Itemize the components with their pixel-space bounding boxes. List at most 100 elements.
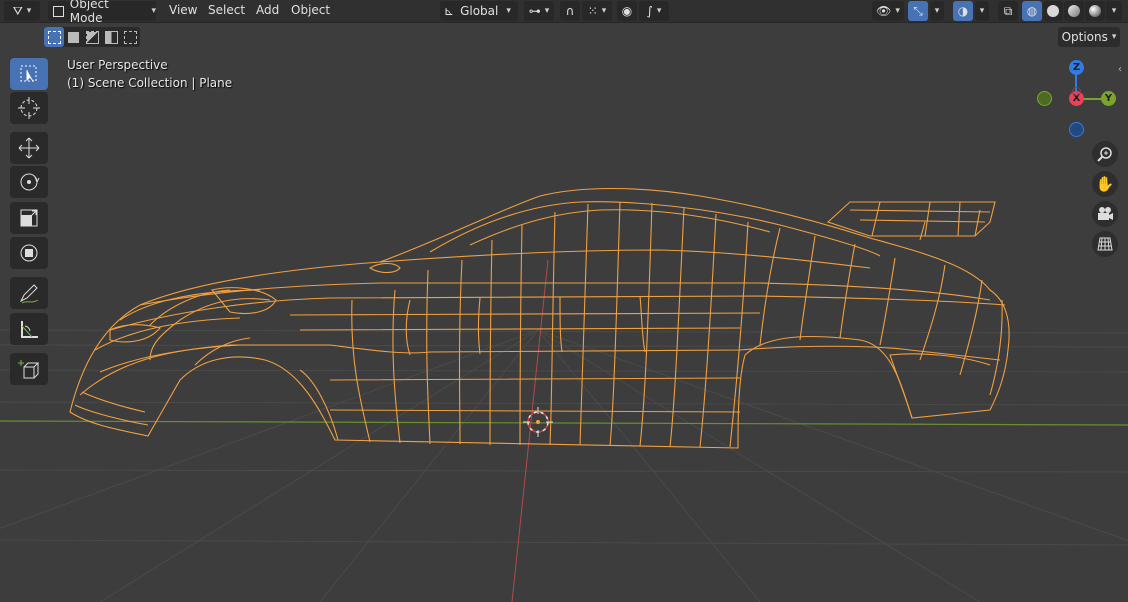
menu-view[interactable]: View — [169, 3, 197, 17]
chevron-down-icon: ▾ — [1111, 6, 1117, 16]
tool-transform[interactable] — [10, 237, 48, 269]
chevron-down-icon: ▾ — [934, 6, 940, 16]
tool-cursor[interactable] — [10, 92, 48, 124]
pivot-icon: ⊶ — [528, 4, 541, 18]
select-subtract-icon — [86, 30, 99, 44]
overlays-icon: ◑ — [957, 4, 969, 18]
measure-icon — [21, 321, 38, 338]
tool-rotate[interactable] — [10, 166, 48, 198]
select-intersect-button[interactable] — [121, 27, 140, 47]
tool-select-box[interactable] — [10, 58, 48, 90]
menu-object[interactable]: Object — [291, 3, 330, 17]
options-dropdown[interactable]: Options ▾ — [1058, 27, 1120, 47]
gizmo-toggle[interactable]: ⤡ — [908, 1, 928, 21]
shading-dropdown[interactable]: ▾ — [1106, 1, 1122, 21]
tool-settings-bar: Options ▾ — [0, 23, 1128, 50]
rotate-icon — [20, 173, 40, 191]
zoom-button[interactable] — [1092, 141, 1118, 167]
snap-grid-icon: ⁙ — [587, 4, 598, 18]
sidebar-toggle-arrow[interactable]: ‹ — [1118, 64, 1128, 76]
rendered-sphere-icon — [1089, 5, 1101, 17]
gizmo-y-axis[interactable]: Y — [1101, 91, 1116, 106]
material-sphere-icon — [1068, 5, 1080, 17]
annotate-icon — [19, 284, 39, 304]
camera-icon — [1098, 207, 1113, 220]
chevron-down-icon: ▾ — [895, 6, 900, 16]
grid-ortho-icon — [1097, 237, 1113, 251]
mode-dropdown[interactable]: Object Mode ▾ — [48, 0, 156, 25]
select-invert-icon — [105, 30, 118, 44]
car-wireframe — [69, 187, 1010, 449]
gizmo-z-axis[interactable]: Z — [1069, 60, 1084, 75]
move-icon — [18, 137, 40, 159]
gizmo-neg-y-axis[interactable] — [1037, 91, 1052, 106]
gizmo-neg-x-axis[interactable] — [1072, 87, 1081, 96]
select-invert-button[interactable] — [102, 27, 121, 47]
gizmo-neg-z-axis[interactable] — [1069, 122, 1084, 137]
shading-material[interactable] — [1064, 1, 1084, 21]
select-box-icon — [20, 65, 37, 82]
select-new-button[interactable] — [44, 27, 64, 47]
chevron-down-icon: ▾ — [151, 6, 156, 16]
select-subtract-button[interactable] — [83, 27, 102, 47]
3d-viewport[interactable] — [0, 0, 1128, 602]
pan-hand-icon: ✋ — [1095, 175, 1115, 193]
tool-annotate[interactable] — [10, 277, 48, 309]
visibility-button[interactable]: 👁 ▾ — [872, 1, 904, 21]
falloff-curve-icon: ∫ — [646, 4, 653, 18]
select-intersect-icon — [124, 30, 137, 44]
wireframe-sphere-icon: ◍ — [1026, 4, 1038, 18]
editor-type-button[interactable]: ⛛ ▾ — [4, 1, 40, 21]
chevron-down-icon: ▾ — [656, 6, 662, 16]
eye-icon: 👁 — [876, 4, 892, 18]
viewport-scene — [0, 187, 1128, 602]
tool-measure[interactable] — [10, 313, 48, 345]
editor-type-icon: ⛛ — [12, 3, 23, 18]
mode-label: Object Mode — [69, 0, 109, 25]
tool-move[interactable] — [10, 132, 48, 164]
shading-wireframe[interactable]: ◍ — [1022, 1, 1042, 21]
options-label: Options — [1061, 30, 1108, 44]
pivot-point-button[interactable]: ⊶ ▾ — [524, 1, 554, 21]
menu-add[interactable]: Add — [256, 3, 279, 17]
ortho-toggle-button[interactable] — [1092, 231, 1118, 257]
shading-solid[interactable] — [1043, 1, 1063, 21]
overlays-toggle[interactable]: ◑ — [953, 1, 973, 21]
zoom-icon — [1097, 147, 1112, 162]
proportional-edit-toggle[interactable]: ◉ — [617, 1, 637, 21]
cursor-icon — [18, 97, 40, 119]
select-new-icon — [47, 30, 61, 44]
overlays-dropdown[interactable]: ▾ — [975, 1, 989, 21]
solid-sphere-icon — [1047, 5, 1059, 17]
xray-toggle[interactable]: ⧉ — [998, 1, 1018, 21]
tool-add-cube[interactable] — [10, 353, 48, 385]
snap-target-button[interactable]: ⁙ ▾ — [582, 1, 612, 21]
chevron-down-icon: ▾ — [26, 6, 32, 16]
camera-view-button[interactable] — [1092, 201, 1118, 227]
transform-orientation-dropdown[interactable]: ⊾ Global ▾ — [440, 1, 518, 21]
orientation-axes-icon: ⊾ — [444, 4, 455, 18]
snap-toggle[interactable]: ∩ — [560, 1, 580, 21]
object-mode-icon — [53, 5, 64, 17]
pan-button[interactable]: ✋ — [1092, 171, 1118, 197]
add-cube-icon — [18, 360, 40, 379]
shading-rendered[interactable] — [1085, 1, 1105, 21]
gizmo-dropdown[interactable]: ▾ — [930, 1, 944, 21]
gizmo-z-label: Z — [1072, 62, 1081, 73]
select-mode-group — [44, 27, 140, 47]
falloff-button[interactable]: ∫ ▾ — [639, 1, 669, 21]
orientation-label: Global — [460, 4, 499, 18]
menu-select[interactable]: Select — [208, 3, 245, 17]
chevron-down-icon: ▾ — [506, 6, 511, 16]
viewport-header: ⛛ ▾ Object Mode ▾ View Select Add Object … — [0, 0, 1128, 25]
floor-grid — [0, 329, 1128, 602]
proportional-edit-icon: ◉ — [621, 4, 633, 18]
select-extend-icon — [68, 31, 79, 43]
collection-info: (1) Scene Collection | Plane — [67, 76, 233, 90]
gizmo-icon: ⤡ — [913, 3, 923, 18]
chevron-down-icon: ▾ — [601, 6, 607, 16]
select-extend-button[interactable] — [64, 27, 83, 47]
view-name: User Perspective — [67, 58, 168, 72]
y-axis-line — [0, 420, 1128, 426]
tool-scale[interactable] — [10, 202, 48, 234]
